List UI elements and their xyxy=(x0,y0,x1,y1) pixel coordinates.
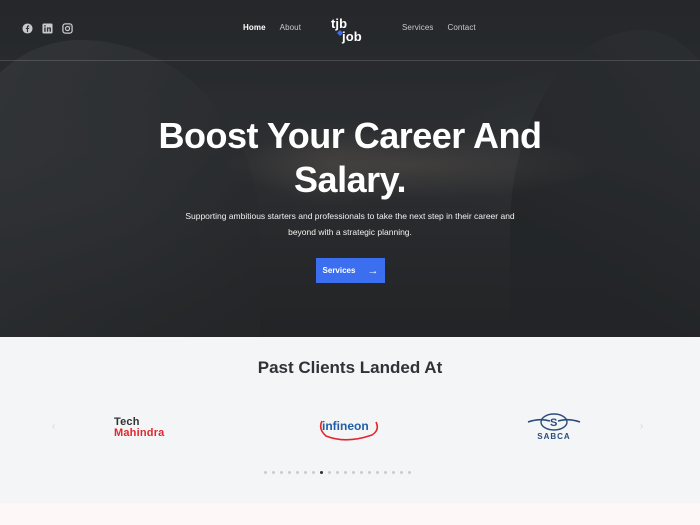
nav-links-right: Services Contact xyxy=(402,23,476,32)
linkedin-icon[interactable] xyxy=(42,23,53,34)
carousel-dot[interactable] xyxy=(376,471,379,474)
carousel-dot[interactable] xyxy=(400,471,403,474)
carousel-dot[interactable] xyxy=(280,471,283,474)
top-navigation: Home About tjb job Services Contact xyxy=(0,0,700,61)
client-logo-sabca: S SABCA xyxy=(526,412,582,444)
carousel-pagination xyxy=(264,471,411,474)
carousel-dot[interactable] xyxy=(288,471,291,474)
carousel-next-icon[interactable]: › xyxy=(640,421,643,432)
nav-about-link[interactable]: About xyxy=(280,23,301,32)
carousel-dot[interactable] xyxy=(336,471,339,474)
carousel-dot[interactable] xyxy=(408,471,411,474)
sabca-emblem-icon: S xyxy=(527,413,581,431)
carousel-dot[interactable] xyxy=(296,471,299,474)
tech-mahindra-line2: Mahindra xyxy=(114,427,165,439)
carousel-dot[interactable] xyxy=(304,471,307,474)
carousel-dot[interactable] xyxy=(264,471,267,474)
cta-label: Services xyxy=(322,266,356,275)
clients-title: Past Clients Landed At xyxy=(257,358,443,377)
services-cta-button[interactable]: Services → xyxy=(316,258,385,283)
logo-mark-icon: tjb job xyxy=(331,16,362,44)
sabca-wordmark: SABCA xyxy=(537,432,571,441)
clients-section: Past Clients Landed At ‹ › Tech Mahindra… xyxy=(0,337,700,503)
nav-services-link[interactable]: Services xyxy=(402,23,433,32)
carousel-dot[interactable] xyxy=(352,471,355,474)
nav-links-left: Home About xyxy=(243,23,301,32)
carousel-dot[interactable] xyxy=(320,471,323,474)
carousel-dot[interactable] xyxy=(360,471,363,474)
hero-title-line1: Boost Your Career And xyxy=(158,115,542,156)
nav-contact-link[interactable]: Contact xyxy=(447,23,475,32)
social-links xyxy=(22,23,73,34)
carousel-dot[interactable] xyxy=(384,471,387,474)
carousel-dot[interactable] xyxy=(392,471,395,474)
svg-text:S: S xyxy=(550,417,557,429)
svg-text:job: job xyxy=(341,29,362,44)
site-logo[interactable]: tjb job xyxy=(329,14,365,44)
carousel-dot[interactable] xyxy=(312,471,315,474)
carousel-dot[interactable] xyxy=(368,471,371,474)
instagram-icon[interactable] xyxy=(62,23,73,34)
hero-subtitle-line1: Supporting ambitious starters and profes… xyxy=(185,211,515,221)
carousel-prev-icon[interactable]: ‹ xyxy=(52,421,55,432)
nav-home-link[interactable]: Home xyxy=(243,23,266,32)
facebook-icon[interactable] xyxy=(22,23,33,34)
infineon-wordmark: infineon xyxy=(322,419,369,433)
hero-section: Home About tjb job Services Contact Boos… xyxy=(0,0,700,337)
hero-title-line2: Salary. xyxy=(294,159,406,200)
carousel-dot[interactable] xyxy=(272,471,275,474)
arrow-right-icon: → xyxy=(367,264,379,277)
carousel-dot[interactable] xyxy=(344,471,347,474)
hero-title: Boost Your Career And Salary. xyxy=(0,114,700,202)
client-logo-tech-mahindra: Tech Mahindra xyxy=(114,416,184,440)
hero-subtitle: Supporting ambitious starters and profes… xyxy=(180,208,520,240)
client-logo-infineon: infineon xyxy=(316,411,382,443)
hero-subtitle-line2: beyond with a strategic planning. xyxy=(288,227,412,237)
tech-mahindra-line1: Tech xyxy=(114,416,140,428)
carousel-dot[interactable] xyxy=(328,471,331,474)
next-section-strip xyxy=(0,503,700,525)
